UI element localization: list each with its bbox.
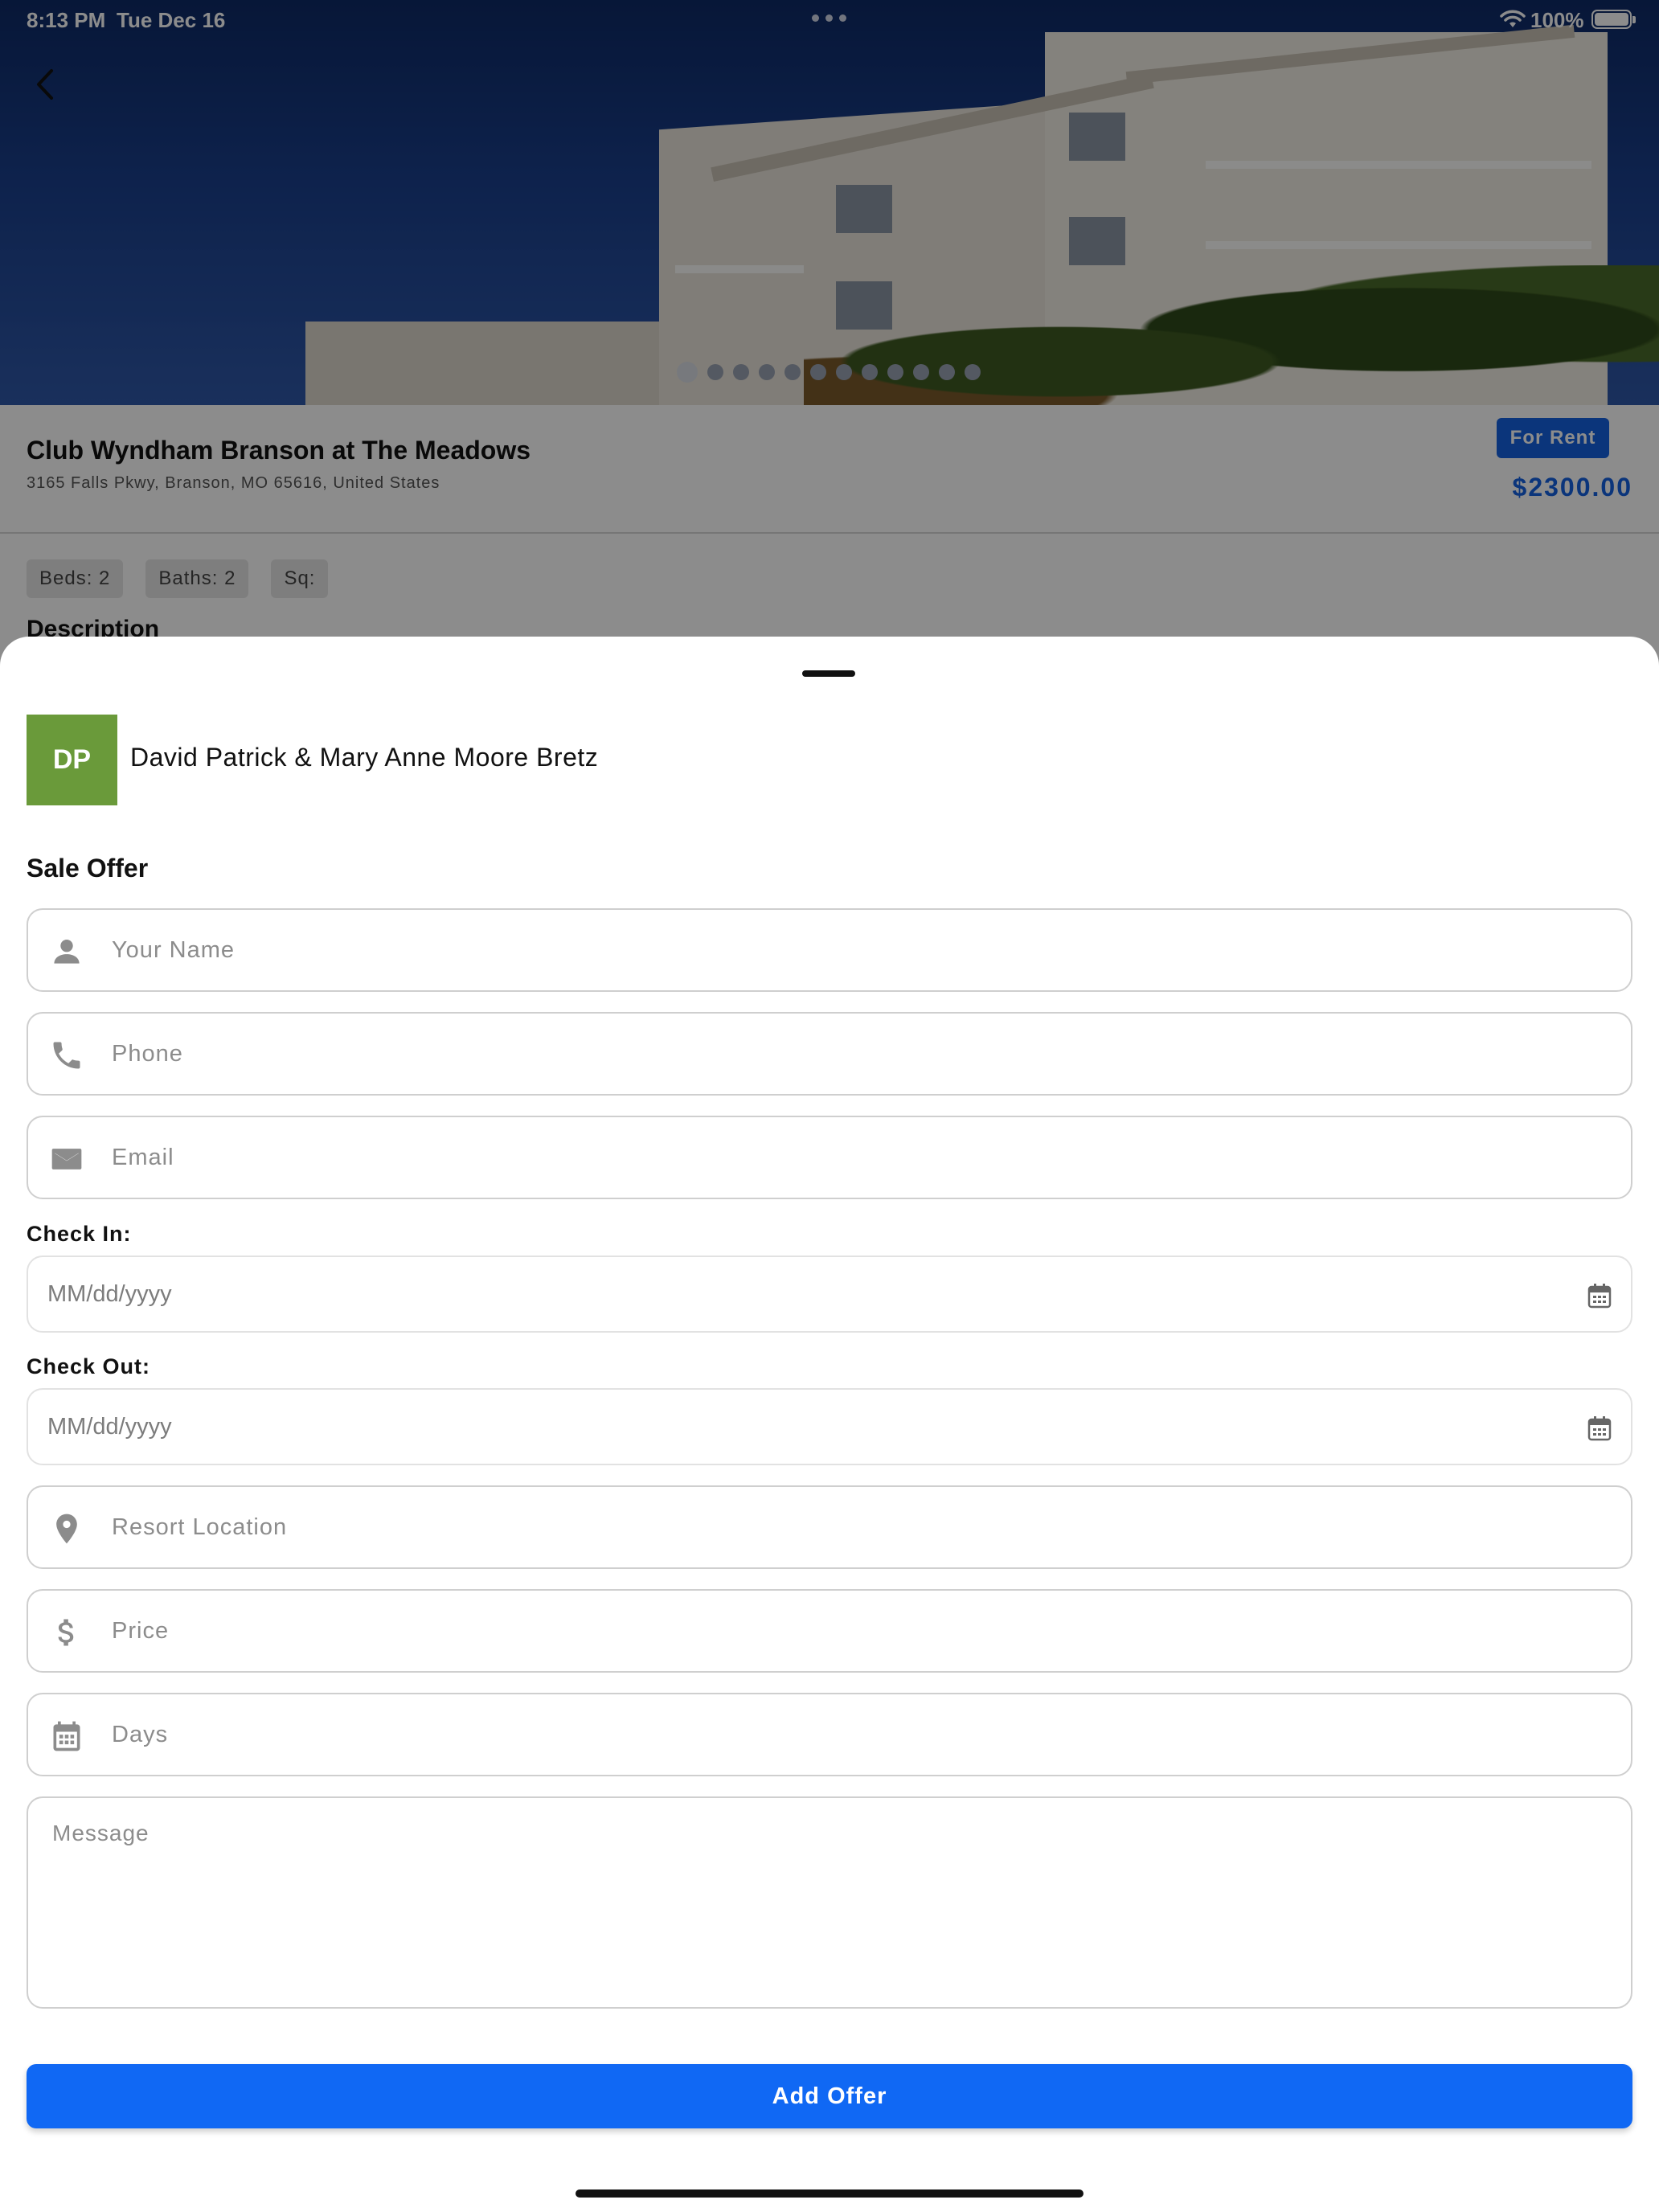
days-input[interactable] (112, 1694, 1607, 1775)
check-out-field[interactable] (27, 1388, 1632, 1465)
phone-input[interactable] (112, 1014, 1607, 1094)
price-field[interactable] (27, 1589, 1632, 1673)
message-textarea[interactable] (52, 1821, 1604, 1989)
owner-name: David Patrick & Mary Anne Moore Bretz (130, 743, 599, 772)
check-in-label: Check In: (27, 1222, 132, 1246)
add-offer-button[interactable]: Add Offer (27, 2064, 1632, 2128)
resort-location-input[interactable] (112, 1487, 1607, 1567)
calendar-icon[interactable] (1587, 1283, 1612, 1309)
sheet-grabber-handle[interactable] (802, 670, 855, 677)
name-input[interactable] (112, 910, 1607, 990)
phone-field[interactable] (27, 1012, 1632, 1096)
price-input[interactable] (112, 1591, 1607, 1671)
calendar-icon (53, 1721, 80, 1751)
phone-icon (53, 1042, 80, 1069)
email-field[interactable] (27, 1116, 1632, 1199)
sale-offer-heading: Sale Offer (27, 854, 149, 883)
resort-location-field[interactable] (27, 1485, 1632, 1569)
owner-avatar: DP (27, 715, 117, 805)
check-in-input[interactable] (47, 1257, 1559, 1331)
email-icon (51, 1149, 82, 1169)
message-field[interactable] (27, 1796, 1632, 2009)
days-field[interactable] (27, 1693, 1632, 1776)
person-icon (54, 939, 80, 964)
calendar-icon[interactable] (1587, 1415, 1612, 1441)
check-in-field[interactable] (27, 1256, 1632, 1333)
dollar-icon (58, 1619, 74, 1646)
email-input[interactable] (112, 1117, 1607, 1198)
offer-bottom-sheet: DP David Patrick & Mary Anne Moore Bretz… (0, 637, 1659, 2212)
check-out-input[interactable] (47, 1390, 1559, 1464)
home-indicator[interactable] (576, 2189, 1083, 2198)
name-field[interactable] (27, 908, 1632, 992)
location-pin-icon (56, 1514, 77, 1544)
check-out-label: Check Out: (27, 1354, 151, 1378)
